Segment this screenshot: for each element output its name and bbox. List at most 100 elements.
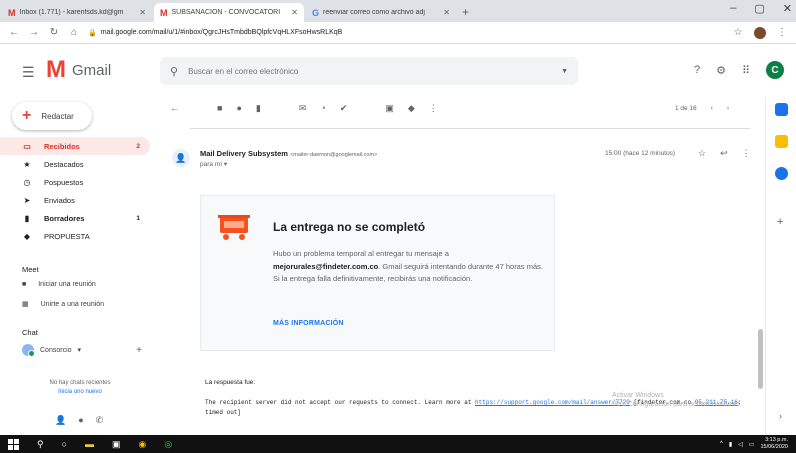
main-menu-icon[interactable]: ☰ xyxy=(22,64,35,81)
close-tab-icon[interactable]: ✕ xyxy=(139,8,146,17)
chrome-icon[interactable]: ◉ xyxy=(139,439,147,450)
whatsapp-icon[interactable]: ◎ xyxy=(164,439,172,450)
add-task-icon[interactable]: ✔ xyxy=(340,103,348,114)
keep-icon[interactable] xyxy=(775,135,788,148)
tasks-icon[interactable] xyxy=(775,167,788,180)
search-icon[interactable]: ⚲ xyxy=(170,65,178,78)
compose-button[interactable]: + Redactar xyxy=(12,102,92,130)
previous-icon[interactable]: ‹ xyxy=(711,105,713,112)
watermark-line-1: Activar Windows xyxy=(612,392,664,399)
mark-unread-icon[interactable]: ✉ xyxy=(299,103,307,114)
sidebar-item-label: Borradores xyxy=(44,213,85,223)
network-icon[interactable]: ▮ xyxy=(729,441,732,448)
tab-title: Inbox (1.771) - karenfsds.kd@gm xyxy=(19,9,124,16)
browser-tab-google-search[interactable]: G reenviar correo como archivo adj ✕ xyxy=(306,3,456,22)
close-window-icon[interactable]: ✕ xyxy=(783,2,792,15)
sidebar-item-label: PROPUESTA xyxy=(44,231,90,241)
get-addons-icon[interactable]: + xyxy=(777,216,783,228)
mail-search-input[interactable] xyxy=(188,66,552,76)
volume-icon[interactable]: ◁ xyxy=(738,441,743,448)
side-panel: + › xyxy=(765,97,796,435)
scrollbar-thumb[interactable] xyxy=(758,329,763,389)
apps-grid-icon[interactable]: ⠿ xyxy=(742,64,750,77)
next-icon[interactable]: › xyxy=(727,105,729,112)
star-icon[interactable]: ☆ xyxy=(698,148,706,159)
close-tab-icon[interactable]: ✕ xyxy=(443,8,450,17)
report-spam-icon[interactable]: ● xyxy=(236,103,241,113)
settings-gear-icon[interactable]: ⚙ xyxy=(716,64,726,77)
sidebar-item-propuesta[interactable]: ◆ PROPUESTA xyxy=(0,227,150,245)
notification-icon[interactable]: ▭ xyxy=(749,441,755,448)
support-link[interactable]: https://support.google.com/mail/answer/7… xyxy=(475,399,630,406)
maximize-icon[interactable]: ▢ xyxy=(754,2,764,15)
chevron-right-icon[interactable]: › xyxy=(779,411,782,421)
chevron-down-icon[interactable]: ▾ xyxy=(78,346,82,354)
store-icon[interactable]: ▣ xyxy=(112,439,121,450)
browser-menu-icon[interactable]: ⋮ xyxy=(776,27,788,38)
no-chats-text: No hay chats recientes xyxy=(49,380,111,386)
browser-tab-subsanacion[interactable]: M SUBSANACION - CONVOCATORI ✕ xyxy=(154,3,304,22)
add-chat-icon[interactable]: + xyxy=(136,345,142,356)
person-icon[interactable]: 👤 xyxy=(55,415,66,426)
phone-icon[interactable]: ✆ xyxy=(96,415,104,426)
browser-profile-avatar[interactable] xyxy=(754,26,766,39)
close-tab-icon[interactable]: ✕ xyxy=(291,8,298,17)
watermark-line-2: Ve a Configuración para activar Windows. xyxy=(612,401,742,408)
more-info-link[interactable]: MÁS INFORMACIÓN xyxy=(273,320,344,327)
join-meeting-item[interactable]: ▦ Unirte a una reunión xyxy=(22,300,104,309)
search-icon[interactable]: ⚲ xyxy=(37,439,44,450)
home-icon[interactable]: ⌂ xyxy=(68,27,80,38)
taskbar-clock[interactable]: 3:13 p.m. 15/06/2020 xyxy=(760,437,788,451)
bookmark-star-icon[interactable]: ☆ xyxy=(732,27,744,38)
file-explorer-icon[interactable]: ▬ xyxy=(85,439,94,449)
sender-name[interactable]: Mail Delivery Subsystem xyxy=(200,149,288,158)
delete-icon[interactable]: ▮ xyxy=(256,103,261,114)
new-tab-button[interactable]: + xyxy=(456,3,475,22)
chevron-down-icon[interactable]: ▾ xyxy=(224,161,227,168)
chat-bubble-icon[interactable]: ● xyxy=(78,415,83,426)
tray-chevron-icon[interactable]: ^ xyxy=(720,441,723,447)
labels-icon[interactable]: ◆ xyxy=(408,103,415,114)
reply-icon[interactable]: ↩ xyxy=(720,148,728,159)
chat-user[interactable]: Consorcio ▾ + xyxy=(22,344,142,357)
sidebar-item-sent[interactable]: ➤ Enviados xyxy=(0,191,150,209)
collapsed-messages-divider[interactable] xyxy=(190,123,750,129)
help-icon[interactable]: ? xyxy=(694,64,700,76)
message-actions: ☆ ↩ ⋮ xyxy=(698,148,751,159)
start-new-chat-link[interactable]: Inicia uno nuevo xyxy=(0,388,160,397)
sidebar-item-drafts[interactable]: ▮ Borradores 1 xyxy=(0,209,150,227)
browser-tab-inbox[interactable]: M Inbox (1.771) - karenfsds.kd@gm ✕ xyxy=(2,3,152,22)
sidebar-item-starred[interactable]: ★ Destacados xyxy=(0,155,150,173)
gmail-logo[interactable]: M Gmail xyxy=(46,58,111,82)
forward-icon[interactable]: → xyxy=(28,27,40,38)
more-options-icon[interactable]: ⋮ xyxy=(742,148,751,159)
windows-start-icon[interactable] xyxy=(8,438,19,450)
clock-icon: ◷ xyxy=(23,177,31,187)
mail-search-bar[interactable]: ⚲ ▼ xyxy=(160,57,578,85)
sidebar-item-snoozed[interactable]: ◷ Pospuestos xyxy=(0,173,150,191)
more-options-icon[interactable]: ⋮ xyxy=(429,103,438,114)
search-options-icon[interactable]: ▼ xyxy=(561,68,568,75)
gmail-m-icon: M xyxy=(46,56,66,83)
gmail-favicon-icon: M xyxy=(8,7,16,18)
snooze-icon[interactable]: ◔ xyxy=(320,103,325,113)
archive-icon[interactable]: ■ xyxy=(217,103,222,113)
move-to-icon[interactable]: ▣ xyxy=(385,103,394,114)
task-view-icon[interactable]: ○ xyxy=(62,439,67,449)
label-icon: ◆ xyxy=(23,231,31,241)
sidebar-footer-icons: 👤 ● ✆ xyxy=(55,415,103,426)
start-meeting-item[interactable]: ■ Iniciar una reunión xyxy=(22,281,96,288)
chat-user-name: Consorcio xyxy=(40,346,72,354)
response-label: La respuesta fue: xyxy=(205,379,256,386)
reload-icon[interactable]: ↻ xyxy=(48,27,60,38)
calendar-icon[interactable] xyxy=(775,103,788,116)
back-icon[interactable]: ← xyxy=(8,27,20,38)
minimize-icon[interactable]: – xyxy=(730,2,736,15)
sidebar-item-inbox[interactable]: ▭ Recibidos 2 xyxy=(0,137,150,155)
recipient-line[interactable]: para mí ▾ xyxy=(200,160,227,168)
lock-icon: 🔒 xyxy=(88,29,97,37)
back-to-inbox-icon[interactable]: ← xyxy=(170,103,179,113)
draft-count: 1 xyxy=(136,214,140,222)
url-field[interactable]: 🔒 mail.google.com/mail/u/1/#inbox/QgrcJH… xyxy=(88,25,724,41)
account-avatar[interactable]: C xyxy=(766,61,784,79)
